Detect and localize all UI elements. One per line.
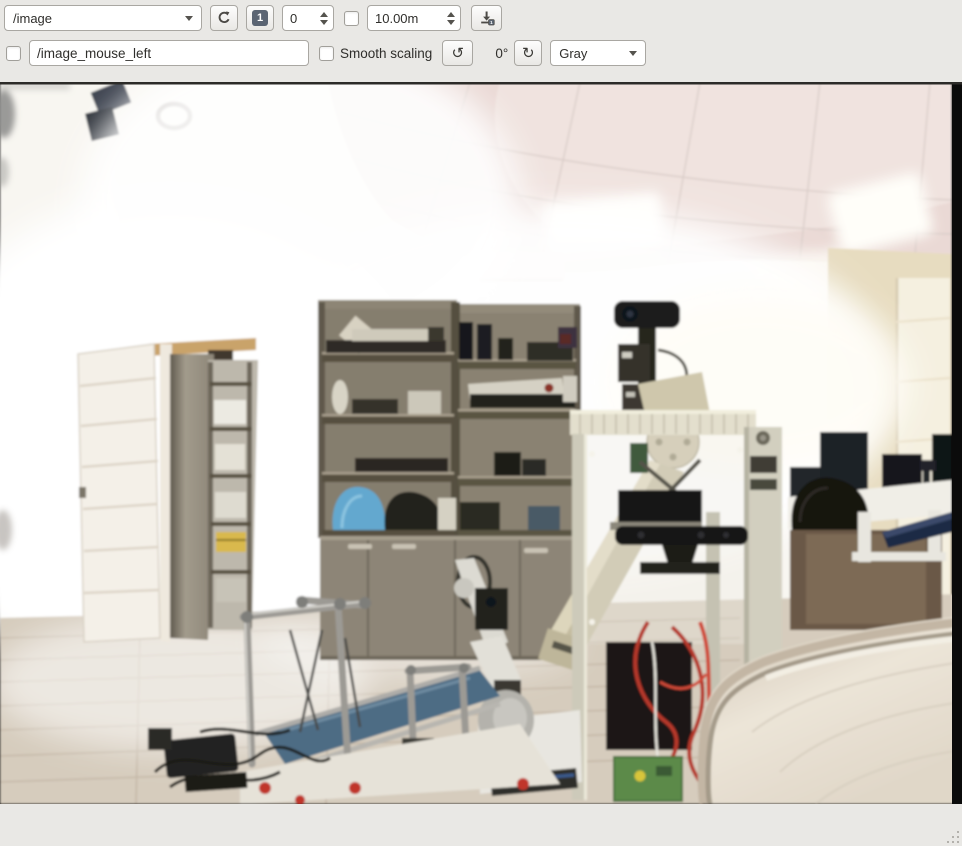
letterbox-band	[952, 82, 962, 804]
white-bottle	[332, 380, 348, 414]
snapshot-1-icon: 1	[252, 10, 268, 26]
spin-arrows[interactable]	[444, 6, 460, 30]
refresh-icon	[216, 10, 232, 26]
max-range-spinbox[interactable]: 10.00m	[367, 5, 461, 31]
toolbar-row-1: /image 1 0 10.00m	[4, 4, 502, 32]
storage-rack	[208, 360, 258, 630]
shelf-cabinets	[320, 536, 580, 660]
refresh-topics-button[interactable]	[210, 5, 238, 31]
color-scheme-value: Gray	[551, 46, 629, 61]
yellow-box	[216, 532, 246, 552]
smooth-scaling-checkbox[interactable]	[319, 46, 334, 61]
camera-scene	[0, 82, 962, 804]
status-area	[0, 804, 962, 846]
chevron-down-icon	[629, 51, 637, 56]
toolbar-row-2: Smooth scaling ↺ 0° ↻ Gray	[6, 39, 646, 67]
rotate-ccw-icon: ↺	[452, 46, 465, 61]
image-top-edge	[0, 82, 962, 85]
image-topic-value: /image	[5, 11, 185, 26]
snapshot-button[interactable]: 1	[246, 5, 274, 31]
max-range-value: 10.00m	[368, 11, 444, 26]
queue-size-spinbox[interactable]: 0	[282, 5, 334, 31]
rotate-ccw-button[interactable]: ↺	[442, 40, 473, 66]
resize-grip[interactable]	[945, 829, 959, 843]
svg-text:1: 1	[490, 19, 493, 24]
electronics-box	[606, 642, 692, 750]
spin-arrows[interactable]	[317, 6, 333, 30]
publish-click-checkbox[interactable]	[6, 46, 21, 61]
chevron-down-icon	[185, 16, 193, 21]
door-handle	[79, 487, 86, 498]
smooth-scaling-label: Smooth scaling	[340, 46, 432, 61]
rotate-cw-button[interactable]: ↻	[514, 40, 542, 66]
color-scheme-dropdown[interactable]: Gray	[550, 40, 646, 66]
green-pcb	[614, 757, 682, 801]
save-image-icon: 1	[478, 10, 496, 27]
save-image-button[interactable]: 1	[471, 5, 502, 31]
dynamic-range-checkbox[interactable]	[344, 11, 359, 26]
rotation-angle-label: 0°	[495, 46, 508, 61]
storage-cabinet	[170, 354, 214, 640]
camera-image-view[interactable]	[0, 82, 962, 804]
image-topic-dropdown[interactable]: /image	[4, 5, 202, 31]
mouse-topic-input[interactable]	[29, 40, 309, 66]
rotate-cw-icon: ↻	[522, 46, 535, 61]
queue-size-value: 0	[283, 11, 317, 26]
rqt-image-view-window: /image 1 0 10.00m	[0, 0, 962, 846]
